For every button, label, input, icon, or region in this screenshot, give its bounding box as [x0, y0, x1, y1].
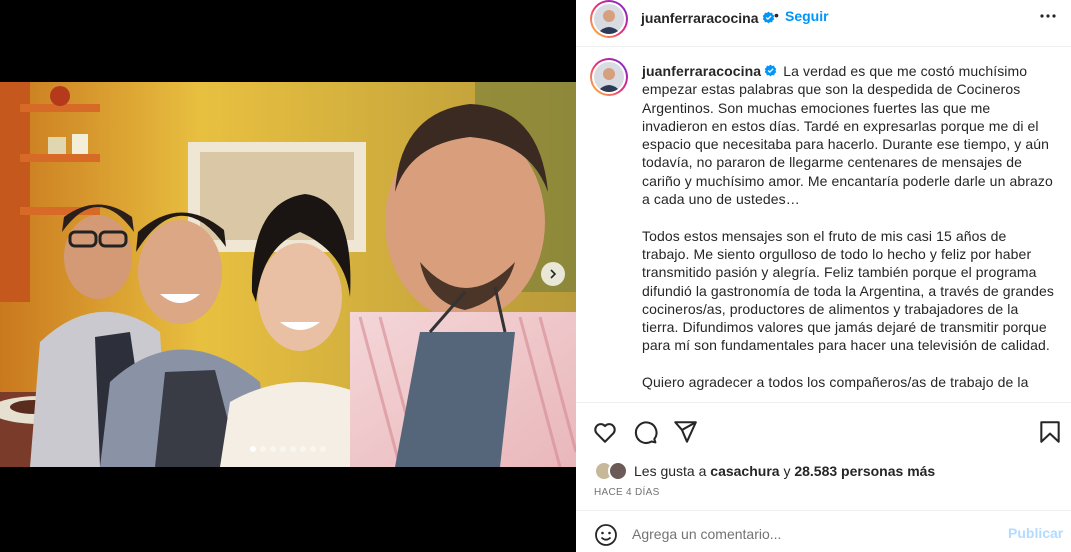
author-username[interactable]: juanferraracocina [641, 10, 759, 26]
comment-icon[interactable] [632, 419, 658, 445]
carousel-dot [250, 446, 256, 452]
comment-composer: Publicar [576, 510, 1071, 552]
carousel-indicator [250, 446, 326, 452]
send-icon[interactable] [672, 419, 698, 445]
follow-button[interactable]: Seguir [785, 8, 829, 24]
header-separator: • [774, 7, 779, 23]
likes-prefix: Les gusta a [634, 463, 707, 479]
chevron-right-icon [547, 265, 559, 284]
caption-paragraph-1: La verdad es que me costó muchísimo empe… [642, 63, 1057, 208]
more-horizontal-icon[interactable] [1038, 6, 1058, 26]
likes-conjunction: y [783, 463, 791, 479]
post-photo[interactable] [0, 82, 576, 467]
verified-badge-icon [764, 63, 777, 77]
post-caption: juanferraracocina La verdad es que me cos… [642, 62, 1054, 391]
post-side-panel: juanferraracocina • Seguir juanferraraco… [576, 0, 1071, 552]
heart-icon[interactable] [592, 419, 618, 445]
emoji-icon[interactable] [594, 523, 618, 547]
post-header: juanferraracocina • Seguir [576, 0, 1071, 47]
carousel-dot [320, 446, 326, 452]
carousel-dot [280, 446, 286, 452]
post-timestamp[interactable]: HACE 4 DÍAS [594, 487, 660, 498]
publish-button[interactable]: Publicar [1008, 525, 1063, 541]
post-media [0, 0, 576, 552]
caption-paragraph-3: Quiero agradecer a todos los compañeros/… [642, 374, 1029, 391]
author-avatar[interactable] [590, 0, 628, 38]
carousel-dot [310, 446, 316, 452]
caption-paragraph-2: Todos estos mensajes son el fruto de mis… [642, 227, 1058, 354]
avatar [608, 461, 628, 481]
caption-author-avatar[interactable] [590, 58, 628, 96]
post-actions: Les gusta a casachura y 28.583 personas … [576, 402, 1071, 552]
likes-summary: Les gusta a casachura y 28.583 personas … [594, 461, 935, 481]
carousel-dot [270, 446, 276, 452]
likes-count[interactable]: 28.583 personas más [794, 463, 935, 479]
carousel-dot [290, 446, 296, 452]
carousel-dot [260, 446, 266, 452]
verified-badge-icon [762, 9, 775, 24]
comment-input[interactable] [632, 522, 992, 546]
caption-username[interactable]: juanferraracocina [642, 63, 761, 79]
caption-area: juanferraracocina La verdad es que me cos… [576, 48, 1071, 402]
liker-avatars[interactable] [594, 461, 632, 481]
bookmark-icon[interactable] [1037, 419, 1063, 445]
carousel-dot [300, 446, 306, 452]
carousel-next-button[interactable] [541, 262, 565, 286]
likes-text: Les gusta a casachura y 28.583 personas … [634, 463, 935, 479]
liked-by-user[interactable]: casachura [710, 463, 779, 479]
